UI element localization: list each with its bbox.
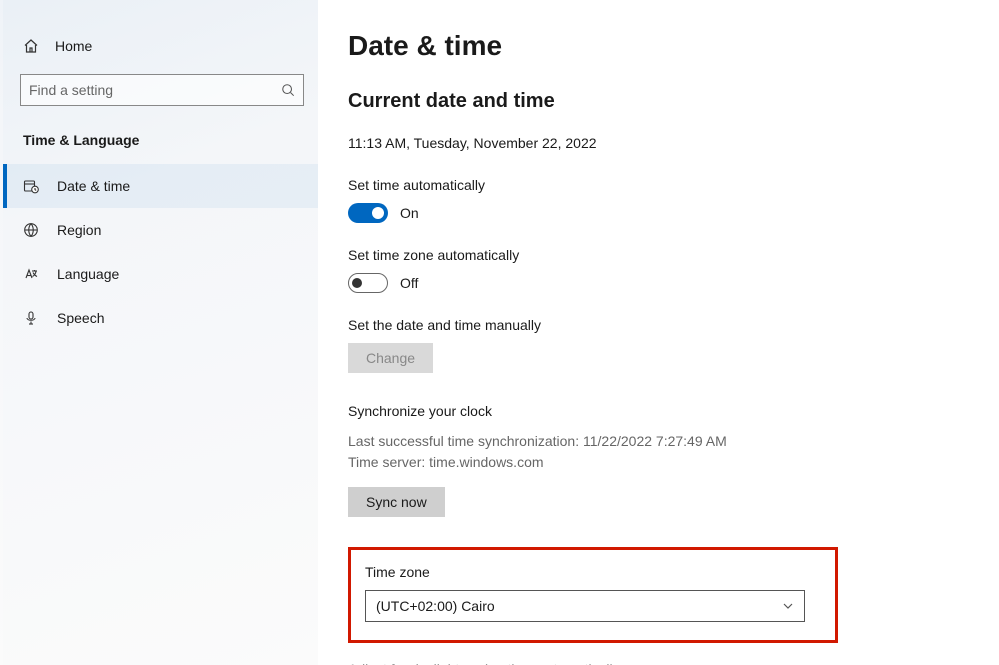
search-icon: [281, 83, 295, 97]
home-label: Home: [55, 38, 92, 54]
search-placeholder: Find a setting: [29, 82, 113, 98]
dst-label: Adjust for daylight saving time automati…: [348, 661, 959, 665]
set-manual-label: Set the date and time manually: [348, 317, 959, 333]
set-time-auto-label: Set time automatically: [348, 177, 959, 193]
globe-icon: [23, 222, 39, 238]
change-button[interactable]: Change: [348, 343, 433, 373]
set-time-auto-state: On: [400, 205, 419, 221]
sidebar-item-language[interactable]: Language: [3, 252, 318, 296]
sync-last: Last successful time synchronization: 11…: [348, 431, 959, 452]
home-icon: [23, 38, 39, 54]
chevron-down-icon: [782, 600, 794, 612]
set-tz-auto-state: Off: [400, 275, 418, 291]
sidebar-section-title: Time & Language: [3, 118, 318, 164]
sidebar-item-label: Region: [57, 222, 101, 238]
main-content: Date & time Current date and time 11:13 …: [318, 0, 999, 665]
sidebar-item-label: Speech: [57, 310, 104, 326]
sync-now-button[interactable]: Sync now: [348, 487, 445, 517]
timezone-dropdown[interactable]: (UTC+02:00) Cairo: [365, 590, 805, 622]
sidebar-item-date-time[interactable]: Date & time: [3, 164, 318, 208]
set-time-auto-toggle[interactable]: [348, 203, 388, 223]
page-title: Date & time: [348, 30, 959, 62]
search-input[interactable]: Find a setting: [20, 74, 304, 106]
set-tz-auto-label: Set time zone automatically: [348, 247, 959, 263]
sync-heading: Synchronize your clock: [348, 403, 959, 419]
language-icon: [23, 266, 39, 282]
current-datetime: 11:13 AM, Tuesday, November 22, 2022: [348, 135, 959, 151]
sidebar-item-label: Date & time: [57, 178, 130, 194]
microphone-icon: [23, 310, 39, 326]
sidebar-item-region[interactable]: Region: [3, 208, 318, 252]
sync-server: Time server: time.windows.com: [348, 452, 959, 473]
sidebar-item-label: Language: [57, 266, 119, 282]
section-current-heading: Current date and time: [348, 90, 959, 113]
timezone-label: Time zone: [365, 564, 821, 580]
timezone-highlight: Time zone (UTC+02:00) Cairo: [348, 547, 838, 643]
sidebar-item-speech[interactable]: Speech: [3, 296, 318, 340]
timezone-value: (UTC+02:00) Cairo: [376, 598, 495, 614]
home-link[interactable]: Home: [3, 30, 318, 62]
set-tz-auto-toggle[interactable]: [348, 273, 388, 293]
clock-calendar-icon: [23, 178, 39, 194]
settings-sidebar: Home Find a setting Time & Language Date…: [0, 0, 318, 665]
